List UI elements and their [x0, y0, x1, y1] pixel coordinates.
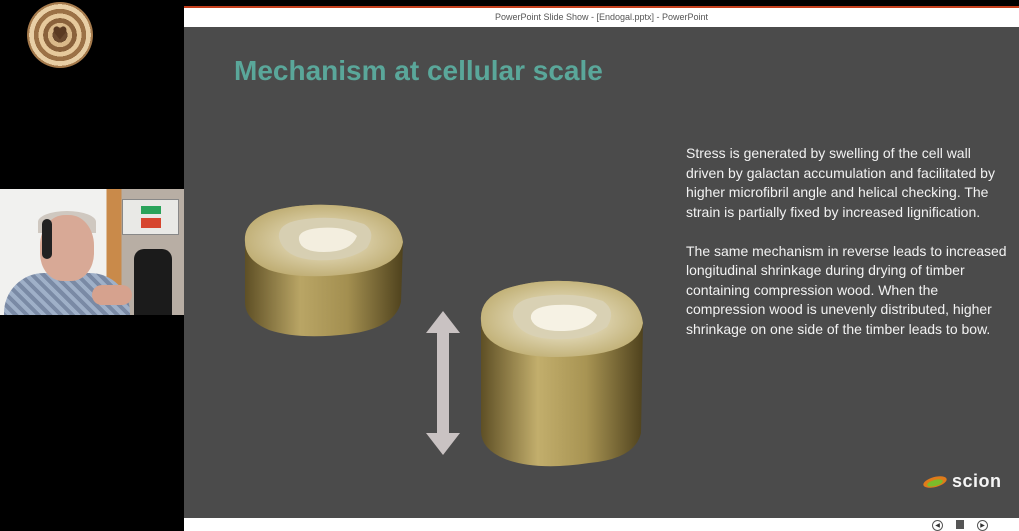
- next-icon[interactable]: ▶: [977, 520, 988, 531]
- wall-board: [122, 199, 179, 235]
- text-line: Stress is generated by swelling of the c…: [686, 145, 971, 161]
- slide-title: Mechanism at cellular scale: [234, 55, 603, 86]
- slide-body-text: Stress is generated by swelling of the c…: [686, 144, 1019, 339]
- scion-wordmark: scion: [952, 471, 1002, 491]
- double-headed-arrow-icon: [426, 311, 460, 455]
- text-line: longitudinal shrinkage during drying of …: [686, 262, 965, 278]
- scion-leaf-icon: [923, 475, 947, 488]
- paragraph-stress: Stress is generated by swelling of the c…: [686, 144, 1019, 222]
- hanging-coat: [134, 249, 172, 315]
- slideshow-status-bar: ◀ ▶: [184, 518, 1019, 531]
- powerpoint-window: PowerPoint Slide Show - [Endogal.pptx] -…: [184, 6, 1019, 531]
- scion-logo: scion: [922, 471, 1002, 492]
- webcam-feed: [0, 189, 184, 315]
- text-line: The same mechanism in reverse leads to i…: [686, 242, 1007, 259]
- previous-icon[interactable]: ◀: [932, 520, 943, 531]
- heart-icon: ♥: [51, 23, 69, 45]
- text-line: strain is partially fixed by increased l…: [686, 203, 981, 220]
- wood-rings-logo: ♥: [27, 2, 93, 68]
- headset-icon: [42, 219, 52, 259]
- text-line: containing compression wood. When the: [686, 281, 939, 298]
- text-line: driven by galactan accumulation and faci…: [686, 164, 995, 181]
- text-line: shrinkage on one side of the timber lead…: [686, 320, 991, 337]
- text-line: higher microfibril angle and helical che…: [686, 184, 989, 200]
- text-line: compression wood is unevenly distributed…: [686, 301, 992, 317]
- slide-view-icon[interactable]: [956, 520, 964, 529]
- cell-cylinder-short: [244, 204, 403, 337]
- window-title: PowerPoint Slide Show - [Endogal.pptx] -…: [184, 6, 1019, 27]
- cell-cylinder-tall: [480, 280, 643, 467]
- paragraph-shrinkage: The same mechanism in reverse leads to i…: [686, 242, 1019, 340]
- slide[interactable]: Mechanism at cellular scale Stress is ge…: [184, 27, 1019, 518]
- presenter-hands: [92, 285, 132, 305]
